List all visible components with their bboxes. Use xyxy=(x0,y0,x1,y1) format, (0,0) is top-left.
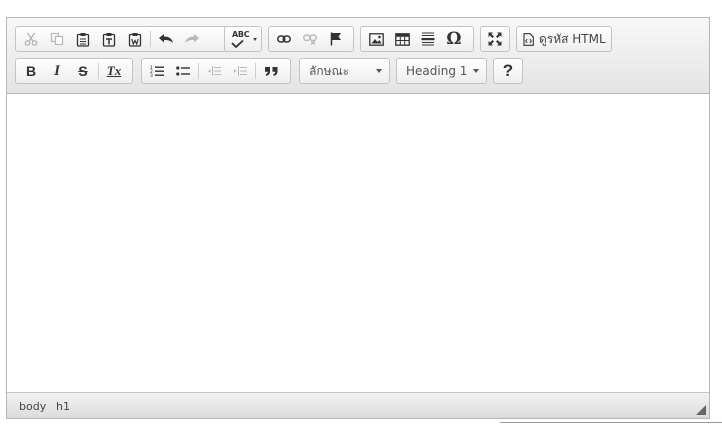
italic-button[interactable]: I xyxy=(44,60,70,82)
strike-label: S xyxy=(78,63,88,79)
links-group xyxy=(268,26,354,52)
divider xyxy=(500,422,722,423)
bold-label: B xyxy=(25,63,37,79)
format-combo[interactable]: Heading 1 xyxy=(396,58,487,84)
editor-content-area[interactable] xyxy=(7,94,709,393)
blockquote-icon[interactable] xyxy=(258,60,284,82)
anchor-flag-icon[interactable] xyxy=(323,28,349,50)
italic-label: I xyxy=(54,62,60,79)
copy-icon[interactable] xyxy=(44,28,70,50)
resize-handle-icon[interactable] xyxy=(696,405,706,415)
paste-icon[interactable] xyxy=(70,28,96,50)
strike-button[interactable]: S xyxy=(70,60,96,82)
help-label: ? xyxy=(502,61,514,80)
numbered-list-icon[interactable]: 123 xyxy=(144,60,170,82)
styles-combo-label: ลักษณะ xyxy=(309,63,350,78)
remove-format-label: Tx xyxy=(106,63,122,78)
maximize-icon[interactable] xyxy=(483,28,507,50)
horizontal-line-icon[interactable] xyxy=(415,28,441,50)
toolbar-separator xyxy=(198,63,199,79)
path-body[interactable]: body xyxy=(19,400,46,413)
svg-text:3: 3 xyxy=(150,73,153,77)
chevron-down-icon xyxy=(473,69,479,73)
toolbar-separator xyxy=(98,63,99,79)
list-group: 123 xyxy=(141,58,291,84)
spellcheck-icon[interactable]: ABC xyxy=(227,28,259,50)
maximize-group xyxy=(480,26,510,52)
redo-icon[interactable] xyxy=(179,28,205,50)
link-icon[interactable] xyxy=(271,28,297,50)
styles-combo[interactable]: ลักษณะ xyxy=(299,58,390,84)
spellcheck-label: ABC xyxy=(232,30,250,39)
toolbar-separator xyxy=(255,63,256,79)
help-group: ? xyxy=(493,58,523,84)
undo-icon[interactable] xyxy=(153,28,179,50)
paste-text-icon[interactable] xyxy=(96,28,122,50)
help-button[interactable]: ? xyxy=(496,60,520,82)
decrease-indent-icon[interactable] xyxy=(201,60,227,82)
table-icon[interactable] xyxy=(389,28,415,50)
chevron-down-icon xyxy=(376,69,382,73)
paste-from-word-icon[interactable] xyxy=(122,28,148,50)
cut-icon[interactable] xyxy=(18,28,44,50)
rich-text-editor: ABC Ω ดูรหัส HTML B I S Tx 1 2 3 ลักษณะ … xyxy=(6,17,710,419)
unlink-icon[interactable] xyxy=(297,28,323,50)
bold-button[interactable]: B xyxy=(18,60,44,82)
increase-indent-icon[interactable] xyxy=(227,60,253,82)
source-group: ดูรหัส HTML xyxy=(516,26,612,52)
editor-statusbar: body h1 xyxy=(7,392,709,418)
path-h1[interactable]: h1 xyxy=(56,400,70,413)
special-character-glyph: Ω xyxy=(446,29,462,49)
source-icon xyxy=(523,32,534,46)
basic-styles-group: B I S Tx xyxy=(15,58,133,84)
format-combo-label: Heading 1 xyxy=(406,64,468,78)
bulleted-list-icon[interactable] xyxy=(170,60,196,82)
chevron-down-icon xyxy=(253,38,257,41)
source-html-button[interactable]: ดูรหัส HTML xyxy=(519,28,610,50)
editor-toolbar: ABC Ω ดูรหัส HTML B I S Tx 1 2 3 ลักษณะ … xyxy=(7,18,709,94)
toolbar-separator xyxy=(150,31,151,47)
image-icon[interactable] xyxy=(363,28,389,50)
insert-group: Ω xyxy=(360,26,474,52)
source-html-label: ดูรหัส HTML xyxy=(539,31,606,46)
remove-format-button[interactable]: Tx xyxy=(101,60,127,82)
special-character-icon[interactable]: Ω xyxy=(441,28,467,50)
spellcheck-group: ABC xyxy=(224,26,262,52)
